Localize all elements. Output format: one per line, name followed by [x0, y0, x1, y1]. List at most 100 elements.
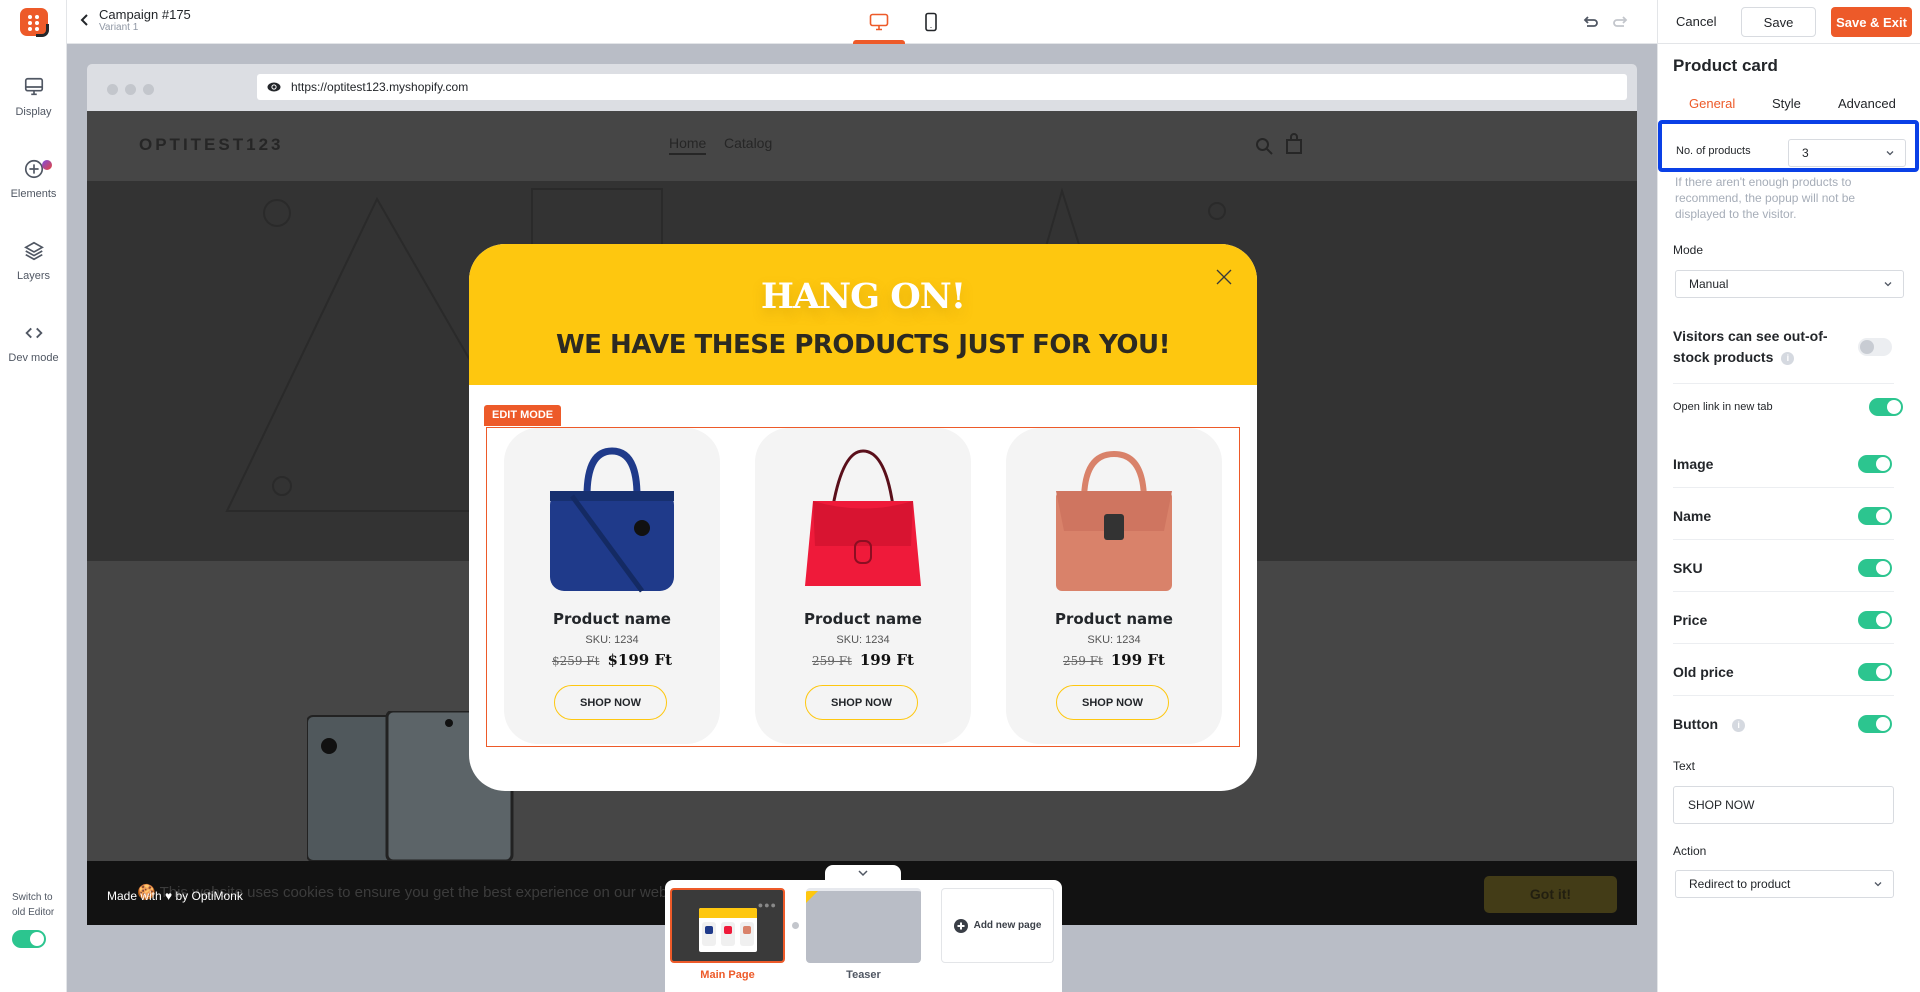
info-icon[interactable]: i: [1781, 351, 1795, 365]
product-sku: SKU: 1234: [1087, 634, 1141, 646]
product-name: Product name: [1054, 610, 1173, 628]
tab-style[interactable]: Style: [1772, 96, 1801, 111]
button-text-input[interactable]: SHOP NOW: [1673, 786, 1894, 824]
redo-icon[interactable]: [1610, 12, 1630, 32]
toggle-price[interactable]: [1858, 611, 1892, 629]
product-card[interactable]: Product name SKU: 1234 259 Ft 199 Ft SHOP…: [755, 428, 971, 744]
page-strip: ●●● Main Page Teaser Add new page: [665, 880, 1062, 992]
info-icon[interactable]: i: [1732, 718, 1746, 732]
mode-select[interactable]: Manual: [1675, 270, 1904, 298]
divider: [1673, 383, 1894, 384]
toggle-image[interactable]: [1858, 455, 1892, 473]
toggle-label-old-price: Old price: [1673, 664, 1734, 680]
cancel-button[interactable]: Cancel: [1666, 8, 1726, 36]
tab-advanced[interactable]: Advanced: [1838, 96, 1896, 111]
desktop-view-tab[interactable]: [853, 0, 905, 44]
product-card-selection[interactable]: Product name SKU: 1234 $259 Ft $199 Ft SH…: [486, 427, 1240, 747]
sidebar-item-layers[interactable]: Layers: [0, 240, 67, 282]
optimonk-logo[interactable]: [20, 8, 49, 37]
notification-dot: [42, 160, 52, 170]
mobile-icon: [925, 12, 937, 32]
shop-now-button[interactable]: SHOP NOW: [805, 685, 918, 720]
toggle-label-image: Image: [1673, 456, 1714, 472]
old-price: $259 Ft: [551, 654, 600, 668]
no-products-label: No. of products: [1676, 145, 1751, 157]
product-name: Product name: [552, 610, 671, 628]
product-card[interactable]: Product name SKU: 1234 $259 Ft $199 Ft SH…: [504, 428, 720, 744]
product-price: $259 Ft $199 Ft: [504, 650, 720, 669]
switch-old-editor: Switch to old Editor: [12, 890, 56, 948]
no-products-help: If there aren't enough products to recom…: [1675, 175, 1856, 221]
divider: [1673, 487, 1894, 488]
top-bar: Campaign #175 Variant 1: [67, 0, 1657, 44]
sidebar-item-display[interactable]: Display: [0, 76, 67, 118]
shop-now-button[interactable]: SHOP NOW: [554, 685, 667, 720]
chevron-down-icon: [1886, 151, 1894, 156]
settings-panel: Product card General Style Advanced No. …: [1657, 44, 1920, 992]
toggle-old-price[interactable]: [1858, 663, 1892, 681]
toggle-button[interactable]: [1858, 715, 1892, 733]
edit-mode-badge: EDIT MODE: [484, 405, 562, 426]
popup-headline[interactable]: HANG ON!: [469, 276, 1257, 317]
product-price: 259 Ft 199 Ft: [1006, 650, 1222, 669]
action-label: Action: [1673, 844, 1707, 858]
product-image-blue-bag: [550, 447, 674, 593]
product-card[interactable]: Product name SKU: 1234 259 Ft 199 Ft SHOP…: [1006, 428, 1222, 744]
old-price: 259 Ft: [1063, 654, 1103, 668]
page-thumb-main[interactable]: ●●●: [670, 888, 785, 963]
monitor-icon: [24, 77, 43, 96]
product-sku: SKU: 1234: [585, 634, 639, 646]
sidebar-item-elements[interactable]: Elements: [0, 158, 67, 200]
divider: [1673, 643, 1894, 644]
cookie-accept-button[interactable]: Got it!: [1484, 876, 1617, 913]
code-icon: [24, 327, 43, 339]
action-value: Redirect to product: [1689, 877, 1791, 891]
divider: [1673, 539, 1894, 540]
popup-subheadline[interactable]: WE HAVE THESE PRODUCTS JUST FOR YOU!: [469, 330, 1257, 360]
browser-window-dots: [107, 84, 154, 95]
tab-general[interactable]: General: [1689, 96, 1735, 111]
switch-old-editor-toggle[interactable]: [12, 930, 46, 948]
sidebar-item-label: Elements: [10, 188, 57, 200]
close-icon[interactable]: [1215, 268, 1233, 286]
button-text-label: Text: [1673, 759, 1696, 773]
chevron-down-icon: [1874, 882, 1882, 887]
toggle-label-name: Name: [1673, 508, 1712, 524]
chevron-left-icon[interactable]: [77, 12, 93, 28]
toggle-label-price: Price: [1673, 612, 1708, 628]
store-nav-catalog: Catalog: [724, 135, 773, 151]
switch-old-editor-label: Switch to old Editor: [12, 892, 55, 918]
page-label-teaser: Teaser: [846, 969, 881, 981]
save-exit-button[interactable]: Save & Exit: [1831, 7, 1912, 37]
mobile-view-tab[interactable]: [905, 0, 957, 44]
desktop-icon: [869, 13, 889, 31]
popup-header: HANG ON! WE HAVE THESE PRODUCTS JUST FOR…: [469, 244, 1257, 385]
toggle-sku[interactable]: [1858, 559, 1892, 577]
undo-icon[interactable]: [1581, 12, 1601, 32]
variant-name: Variant 1: [99, 22, 139, 33]
out-of-stock-label: Visitors can see out-of-stock products i: [1673, 328, 1828, 365]
no-products-select[interactable]: 3: [1788, 139, 1906, 167]
page-label-main: Main Page: [700, 969, 755, 981]
store-header: OPTITEST123 Home Catalog: [87, 111, 1637, 181]
sidebar-item-dev-mode[interactable]: Dev mode: [0, 322, 67, 364]
add-new-page-button[interactable]: Add new page: [941, 888, 1054, 963]
open-new-tab-toggle[interactable]: [1869, 398, 1903, 416]
add-new-page-label: Add new page: [973, 920, 1042, 931]
page-thumb-teaser[interactable]: [806, 888, 921, 963]
store-nav-home: Home: [669, 135, 707, 155]
action-select[interactable]: Redirect to product: [1675, 870, 1894, 898]
toggle-name[interactable]: [1858, 507, 1892, 525]
no-products-value: 3: [1802, 146, 1809, 160]
product-image-red-bag: [805, 449, 921, 586]
shop-now-button[interactable]: SHOP NOW: [1056, 685, 1169, 720]
plus-circle-icon: [953, 918, 968, 933]
more-options-icon[interactable]: ●●●: [758, 900, 777, 910]
panel-title: Product card: [1673, 56, 1778, 75]
product-price: 259 Ft 199 Ft: [755, 650, 971, 669]
out-of-stock-toggle[interactable]: [1858, 338, 1892, 356]
save-button[interactable]: Save: [1741, 7, 1816, 37]
store-cart-icon: [1286, 133, 1302, 154]
chevron-down-icon: [1884, 282, 1892, 287]
product-sku: SKU: 1234: [836, 634, 890, 646]
